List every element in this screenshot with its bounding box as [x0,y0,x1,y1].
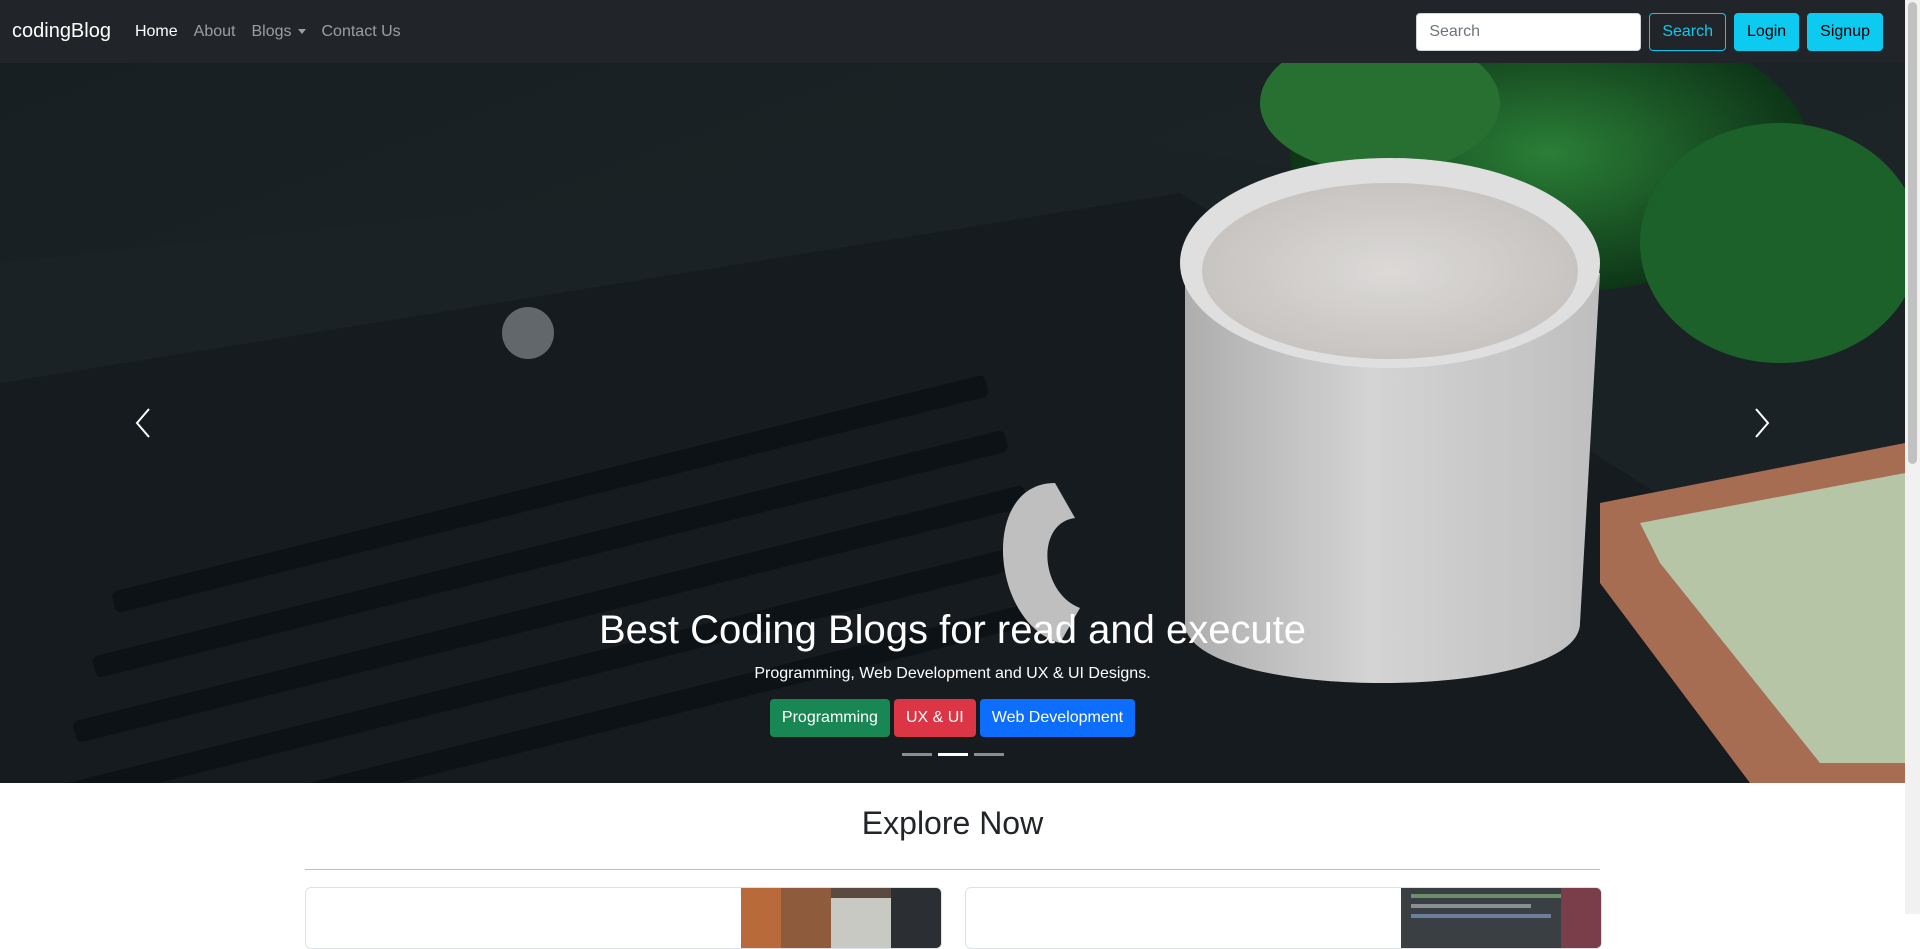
carousel-indicators [0,753,1905,756]
nav-link-about[interactable]: About [194,23,236,41]
web-development-button[interactable]: Web Development [979,699,1136,737]
carousel-indicator-2[interactable] [937,753,968,756]
nav-link-home[interactable]: Home [135,23,178,41]
nav-link-blogs-label: Blogs [251,22,292,40]
carousel-indicator-3[interactable] [973,753,1004,756]
carousel-title: Best Coding Blogs for read and execute [598,608,1307,652]
brand-logo[interactable]: codingBlog [12,20,111,43]
blog-card[interactable] [305,887,942,949]
nav-link-blogs-dropdown[interactable]: Blogs [251,22,306,41]
ux-ui-button[interactable]: UX & UI [893,699,976,737]
blog-card-image [741,888,941,948]
signup-button[interactable]: Signup [1807,12,1883,51]
programming-button[interactable]: Programming [769,699,890,737]
navbar: codingBlog Home About Blogs Contact Us S… [0,0,1905,63]
carousel-subtitle: Programming, Web Development and UX & UI… [754,665,1151,682]
login-button[interactable]: Login [1734,12,1800,51]
page-scrollbar[interactable] [1905,0,1920,914]
chevron-left-icon [135,408,150,438]
explore-heading: Explore Now [861,805,1044,841]
carousel-tag-buttons: Programming UX & UI Web Development [0,699,1905,737]
nav-search-form: Search Login Signup [1416,12,1893,51]
explore-divider [305,869,1600,870]
carousel-indicator-1[interactable] [901,753,932,756]
nav-link-contact[interactable]: Contact Us [322,23,401,41]
search-button[interactable]: Search [1649,12,1727,51]
caret-down-icon [297,29,306,34]
chevron-right-icon [1755,408,1770,438]
hero-carousel: Best Coding Blogs for read and execute P… [0,63,1905,783]
scrollbar-thumb[interactable] [1908,2,1917,464]
blog-card-image [1401,888,1601,948]
carousel-caption: Best Coding Blogs for read and execute P… [0,608,1905,737]
search-input[interactable] [1416,12,1642,51]
blog-card[interactable] [965,887,1602,949]
